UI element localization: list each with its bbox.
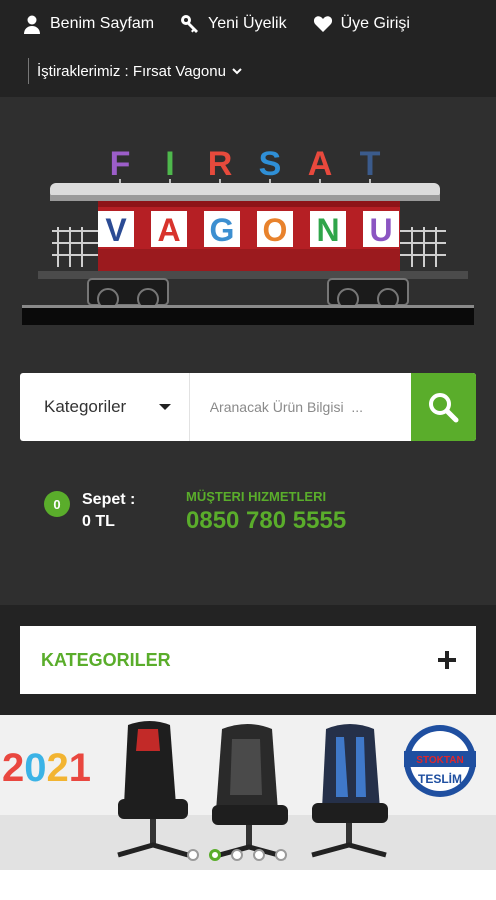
banner-year-text: 2021 <box>2 746 91 790</box>
user-icon <box>24 15 40 34</box>
logo-top-letter: T <box>360 145 381 183</box>
my-page-link[interactable]: Benim Sayfam <box>22 14 154 34</box>
logo-car-letter: O <box>263 212 288 248</box>
heart-icon <box>313 16 332 32</box>
member-login-label: Üye Girişi <box>340 15 410 32</box>
customer-service-phone[interactable]: 0850 780 5555 <box>186 507 346 535</box>
categories-section: KATEGORILER <box>0 605 496 715</box>
cart-text: Sepet : 0 TL <box>82 489 135 533</box>
customer-service: MÜŞTERI HIZMETLERI 0850 780 5555 <box>186 489 346 535</box>
account-links: Benim Sayfam Yeni Üyelik Üye Girişi <box>22 14 410 34</box>
categories-toggle[interactable]: KATEGORILER <box>20 626 476 694</box>
search-button[interactable] <box>410 373 476 441</box>
logo-top-letter: S <box>259 145 282 183</box>
logo-car-letter: A <box>157 212 180 248</box>
search-bar: Kategoriler <box>20 373 476 441</box>
new-membership-label: Yeni Üyelik <box>208 15 287 32</box>
slider-dot[interactable] <box>275 849 287 861</box>
cart-total: 0 TL <box>82 513 115 530</box>
cart-count-badge: 0 <box>44 491 70 517</box>
logo-top-letter: A <box>308 145 333 183</box>
in-stock-stamp: STOKTAN TESLİM <box>404 725 476 797</box>
firsat-vagonu-logo[interactable]: FIRSAT VAGONU <box>18 131 478 326</box>
categories-title: KATEGORILER <box>41 649 171 670</box>
search-input[interactable] <box>189 373 411 441</box>
affiliate-dropdown[interactable]: İştiraklerimiz : Fırsat Vagonu <box>28 58 242 84</box>
banner-slider[interactable]: 2021 STOKTAN TESLİM <box>0 715 496 870</box>
logo-car-letter: U <box>369 212 392 248</box>
caret-down-icon <box>158 404 171 410</box>
stamp-top-text: STOKTAN <box>416 755 463 766</box>
banner-image: 2021 STOKTAN TESLİM <box>0 721 496 870</box>
logo-car-letter: V <box>105 212 127 248</box>
slider-dot[interactable] <box>209 849 221 861</box>
header: FIRSAT VAGONU Kategoriler Aranacak Ürün … <box>0 97 496 605</box>
affiliate-label: İştiraklerimiz : Fırsat Vagonu <box>37 62 226 80</box>
member-login-link[interactable]: Üye Girişi <box>313 14 410 34</box>
chevron-down-icon <box>232 68 242 75</box>
logo-car-letter: G <box>210 212 235 248</box>
stamp-bottom-text: TESLİM <box>418 771 462 786</box>
customer-service-label: MÜŞTERI HIZMETLERI <box>186 489 327 504</box>
top-bar: Benim Sayfam Yeni Üyelik Üye Girişi İşti… <box>0 0 496 97</box>
category-select[interactable]: Kategoriler <box>20 373 190 441</box>
logo-top-letter: R <box>208 145 233 183</box>
key-icon <box>181 15 199 33</box>
logo-top-letter: F <box>110 145 131 183</box>
logo-car-letter: N <box>316 212 339 248</box>
slider-dot[interactable] <box>187 849 199 861</box>
category-select-label: Kategoriler <box>44 397 127 416</box>
logo-top-letter: I <box>165 145 174 183</box>
cart-label: Sepet : <box>82 491 136 508</box>
slider-dot[interactable] <box>253 849 265 861</box>
my-page-label: Benim Sayfam <box>50 15 155 32</box>
search-icon <box>429 393 459 423</box>
slider-dots <box>187 849 287 861</box>
plus-icon <box>438 651 456 669</box>
new-membership-link[interactable]: Yeni Üyelik <box>180 14 287 34</box>
cart-summary[interactable]: 0 Sepet : 0 TL <box>44 489 135 533</box>
slider-dot[interactable] <box>231 849 243 861</box>
